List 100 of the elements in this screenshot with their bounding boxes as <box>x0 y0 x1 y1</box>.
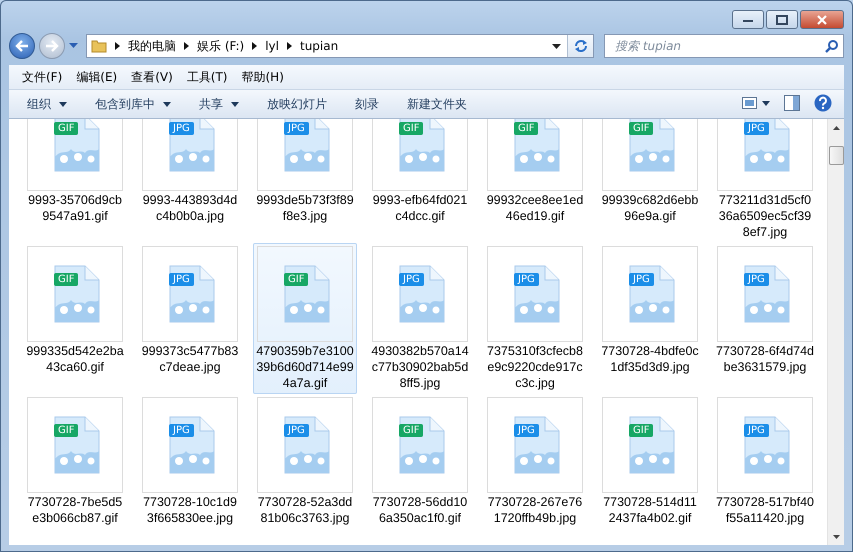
file-name[interactable]: 9993de5b73f3f89f8e3.jpg <box>256 192 354 224</box>
close-icon[interactable] <box>816 14 828 24</box>
file-type-badge: JPG <box>514 424 539 437</box>
forward-button[interactable] <box>39 33 65 59</box>
arrow-left-icon[interactable] <box>15 40 29 52</box>
view-options-icon[interactable] <box>742 96 770 112</box>
file-name[interactable]: 7730728-514d112437fa4b02.gif <box>601 494 699 526</box>
file-name[interactable]: 773211d31d5cf036a6509ec5cf398ef7.jpg <box>716 192 814 240</box>
file-item[interactable]: GIF 7730728-514d112437fa4b02.gif <box>598 394 702 529</box>
toolbar-button[interactable]: 组织 <box>19 92 75 116</box>
file-item[interactable]: GIF 9993-efb64fd021c4dcc.gif <box>368 119 472 243</box>
file-item[interactable]: GIF 99932cee8ee1ed46ed19.gif <box>483 119 587 243</box>
menu-item[interactable]: 工具(T) <box>182 66 232 88</box>
file-name[interactable]: 9993-efb64fd021c4dcc.gif <box>371 192 469 224</box>
address-bar[interactable]: 我的电脑 娱乐 (F:) lyl tupian <box>86 34 594 58</box>
file-item[interactable]: GIF 7730728-56dd106a350ac1f0.gif <box>368 394 472 529</box>
file-item[interactable]: JPG 999373c5477b83c7deae.jpg <box>138 243 242 394</box>
file-item[interactable]: JPG 773211d31d5cf036a6509ec5cf398ef7.jpg <box>713 119 817 243</box>
file-name[interactable]: 7730728-7be5d5e3b066cb87.gif <box>26 494 124 526</box>
scroll-down-icon[interactable] <box>832 534 840 538</box>
file-name[interactable]: 7730728-6f4d74dbe3631579.jpg <box>716 343 814 375</box>
scrollbar[interactable] <box>827 119 844 545</box>
toolbar-button[interactable]: 包含到库中 <box>87 92 179 116</box>
file-type-badge: GIF <box>629 424 654 437</box>
file-type-badge: JPG <box>169 424 194 437</box>
file-name[interactable]: 99932cee8ee1ed46ed19.gif <box>486 192 584 224</box>
selected-file-item[interactable]: GIF 4790359b7e310039b6d60d714e994a7a.gif <box>253 243 357 394</box>
menu-item[interactable]: 编辑(E) <box>71 66 122 88</box>
file-type-badge: JPG <box>284 424 309 437</box>
file-name[interactable]: 999335d542e2ba43ca60.gif <box>26 343 124 375</box>
file-type-badge: GIF <box>284 273 308 286</box>
back-button[interactable] <box>9 33 35 59</box>
search-icon[interactable] <box>825 39 839 53</box>
chevron-icon[interactable] <box>252 42 258 50</box>
file-item[interactable]: GIF 999335d542e2ba43ca60.gif <box>23 243 127 394</box>
file-item[interactable]: JPG 7730728-6f4d74dbe3631579.jpg <box>713 243 817 394</box>
menu-item[interactable]: 文件(F) <box>17 66 68 88</box>
file-item[interactable]: JPG 7730728-267e761720ffb49b.jpg <box>483 394 587 529</box>
file-name[interactable]: 7730728-267e761720ffb49b.jpg <box>486 494 584 526</box>
toolbar-button[interactable]: 放映幻灯片 <box>259 92 335 116</box>
chevron-icon[interactable] <box>286 42 292 50</box>
menu-item[interactable]: 帮助(H) <box>236 66 289 88</box>
file-item[interactable]: JPG 7730728-52a3dd81b06c3763.jpg <box>253 394 357 529</box>
file-item[interactable]: GIF 9993-35706d9cb9547a91.gif <box>23 119 127 243</box>
file-type-badge: JPG <box>629 273 654 286</box>
file-type-badge: JPG <box>284 122 309 135</box>
breadcrumb-item[interactable]: 我的电脑 <box>128 38 176 54</box>
file-name[interactable]: 99939c682d6ebb96e9a.gif <box>601 192 699 224</box>
minimize-button[interactable] <box>732 10 764 29</box>
file-name[interactable]: 4790359b7e310039b6d60d714e994a7a.gif <box>256 343 354 391</box>
file-type-badge: JPG <box>744 424 769 437</box>
file-name[interactable]: 9993-35706d9cb9547a91.gif <box>26 192 124 224</box>
search-box[interactable]: 搜索 tupian <box>604 34 844 58</box>
menu-item[interactable]: 查看(V) <box>126 66 178 88</box>
file-type-badge: GIF <box>399 424 424 437</box>
file-item[interactable]: JPG 7730728-517bf40f55a11420.jpg <box>713 394 817 529</box>
file-name[interactable]: 7375310f3cfecb8e9c9220cde917cc3c.jpg <box>486 343 584 391</box>
file-type-badge: GIF <box>54 122 78 135</box>
preview-pane-icon[interactable] <box>784 94 800 114</box>
caret-icon[interactable] <box>69 43 78 49</box>
file-name[interactable]: 7730728-56dd106a350ac1f0.gif <box>371 494 469 526</box>
maximize-icon[interactable] <box>776 14 788 24</box>
file-item[interactable]: JPG 9993-443893d4dc4b0b0a.jpg <box>138 119 242 243</box>
file-type-badge: GIF <box>54 273 78 286</box>
toolbar-button[interactable]: 刻录 <box>347 92 387 116</box>
breadcrumb-item[interactable]: tupian <box>300 39 338 53</box>
file-type-badge: JPG <box>169 122 194 135</box>
chevron-icon[interactable] <box>115 42 120 50</box>
toolbar-button[interactable]: 共享 <box>191 92 247 116</box>
file-item[interactable]: JPG 7375310f3cfecb8e9c9220cde917cc3c.jpg <box>483 243 587 394</box>
file-name[interactable]: 4930382b570a14c77b30902bab5d8ff5.jpg <box>371 343 469 391</box>
file-item[interactable]: JPG 9993de5b73f3f89f8e3.jpg <box>253 119 357 243</box>
folder-icon <box>91 38 107 54</box>
refresh-button[interactable] <box>567 35 593 57</box>
close-button[interactable] <box>800 10 844 29</box>
scroll-thumb[interactable] <box>828 146 844 165</box>
file-item[interactable]: GIF 7730728-7be5d5e3b066cb87.gif <box>23 394 127 529</box>
file-type-badge: JPG <box>744 273 769 286</box>
breadcrumb-item[interactable]: 娱乐 (F:) <box>197 38 244 54</box>
file-name[interactable]: 7730728-52a3dd81b06c3763.jpg <box>256 494 354 526</box>
file-item[interactable]: JPG 7730728-4bdfe0c1df35d3d9.jpg <box>598 243 702 394</box>
file-name[interactable]: 7730728-10c1d93f665830ee.jpg <box>141 494 239 526</box>
file-item[interactable]: JPG 7730728-10c1d93f665830ee.jpg <box>138 394 242 529</box>
maximize-button[interactable] <box>766 10 798 29</box>
file-name[interactable]: 7730728-517bf40f55a11420.jpg <box>716 494 814 526</box>
scroll-up-icon[interactable] <box>832 126 840 130</box>
file-name[interactable]: 9993-443893d4dc4b0b0a.jpg <box>141 192 239 224</box>
toolbar-button[interactable]: 新建文件夹 <box>399 92 475 116</box>
chevron-icon[interactable] <box>184 42 189 50</box>
file-item[interactable]: GIF 99939c682d6ebb96e9a.gif <box>598 119 702 243</box>
help-icon[interactable] <box>814 94 832 114</box>
breadcrumb-item[interactable]: lyl <box>265 39 279 53</box>
file-name[interactable]: 7730728-4bdfe0c1df35d3d9.jpg <box>601 343 699 375</box>
file-type-badge: JPG <box>744 122 769 135</box>
file-item[interactable]: JPG 4930382b570a14c77b30902bab5d8ff5.jpg <box>368 243 472 394</box>
file-type-badge: JPG <box>399 273 424 286</box>
refresh-icon[interactable] <box>572 39 588 53</box>
file-type-badge: JPG <box>169 273 194 286</box>
file-type-badge: JPG <box>514 273 539 286</box>
file-name[interactable]: 999373c5477b83c7deae.jpg <box>141 343 239 375</box>
